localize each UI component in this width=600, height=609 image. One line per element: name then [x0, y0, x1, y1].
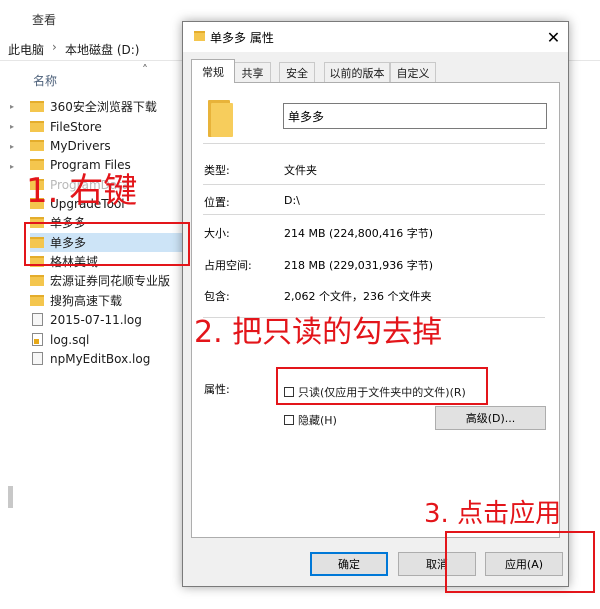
attributes-label: 属性: — [204, 383, 230, 396]
folder-icon — [30, 101, 44, 112]
type-label: 类型: — [204, 164, 230, 177]
tab-sharing[interactable]: 共享 — [234, 62, 271, 82]
text-file-icon — [32, 352, 43, 365]
file-name: 宏源证券同花顺专业版 — [50, 274, 171, 288]
size-value: 214 MB (224,800,416 字节) — [284, 227, 434, 240]
tab-security[interactable]: 安全 — [279, 62, 315, 82]
divider — [203, 214, 545, 215]
file-list-item[interactable]: 宏源证券同花顺专业版 — [30, 271, 188, 290]
divider — [203, 184, 545, 185]
column-header-name[interactable]: 名称 — [33, 72, 57, 89]
sort-ascending-icon: ˄ — [142, 63, 148, 77]
sql-file-icon — [32, 333, 43, 346]
folder-icon — [30, 275, 44, 286]
annotation-highlight-readonly — [276, 367, 488, 405]
text-file-icon — [32, 313, 43, 326]
file-list-item[interactable]: FileStore — [30, 117, 188, 136]
hidden-checkbox-label[interactable]: 隐藏(H) — [298, 412, 337, 428]
dialog-titlebar[interactable]: 单多多 属性 ✕ — [183, 22, 568, 52]
advanced-button[interactable]: 高级(D)... — [435, 406, 546, 430]
breadcrumb-this-pc[interactable]: 此电脑 — [8, 41, 44, 58]
folder-icon — [30, 121, 44, 132]
file-name: 2015-07-11.log — [50, 312, 142, 327]
annotation-step3: 3. 点击应用 — [424, 499, 562, 529]
tab-previous-versions[interactable]: 以前的版本 — [324, 62, 390, 82]
nav-expand-icon[interactable]: ▸ — [10, 102, 14, 111]
folder-icon — [30, 140, 44, 151]
file-name: Program Files — [50, 157, 131, 172]
nav-expand-icon[interactable]: ▸ — [10, 122, 14, 131]
nav-expand-icon[interactable]: ▸ — [10, 142, 14, 151]
hidden-checkbox[interactable] — [284, 415, 294, 425]
folder-icon — [194, 31, 205, 41]
file-name: 搜狗高速下载 — [50, 294, 123, 308]
hidden-checkbox-row[interactable]: 隐藏(H) — [284, 412, 337, 428]
contains-label: 包含: — [204, 290, 230, 303]
large-folder-icon — [208, 100, 233, 137]
file-list-item[interactable]: log.sql — [30, 330, 188, 349]
type-value: 文件夹 — [284, 164, 317, 177]
file-name: 360安全浏览器下载 — [50, 100, 157, 114]
breadcrumb-drive-d[interactable]: 本地磁盘 (D:) — [65, 41, 139, 58]
size-label: 大小: — [204, 227, 230, 240]
file-list-item[interactable]: MyDrivers — [30, 136, 188, 155]
annotation-step2: 2. 把只读的勾去掉 — [194, 315, 443, 350]
annotation-highlight-folder — [24, 222, 190, 266]
folder-icon — [30, 295, 44, 306]
divider — [203, 143, 545, 144]
file-list-item[interactable]: 2015-07-11.log — [30, 310, 188, 329]
tab-general[interactable]: 常规 — [191, 59, 235, 83]
location-label: 位置: — [204, 196, 230, 209]
close-button[interactable]: ✕ — [539, 22, 568, 52]
file-list-item[interactable]: 360安全浏览器下载 — [30, 97, 188, 116]
folder-name-input[interactable] — [283, 103, 547, 129]
contains-value: 2,062 个文件，236 个文件夹 — [284, 290, 432, 303]
file-name: FileStore — [50, 119, 102, 134]
nav-scrollbar-thumb[interactable] — [8, 486, 13, 508]
file-name: npMyEditBox.log — [50, 351, 151, 366]
location-value: D:\ — [284, 194, 300, 207]
dialog-title: 单多多 属性 — [210, 31, 274, 45]
size-on-disk-label: 占用空间: — [204, 259, 252, 272]
ribbon-tab-view[interactable]: 查看 — [32, 11, 56, 28]
file-name: MyDrivers — [50, 138, 111, 153]
tab-panel-general — [191, 82, 560, 538]
file-list-item[interactable]: npMyEditBox.log — [30, 349, 188, 368]
annotation-step1: 1. 右键 — [26, 171, 138, 211]
breadcrumb-separator-icon: › — [52, 40, 57, 54]
file-list-item[interactable]: 搜狗高速下载 — [30, 291, 188, 310]
size-on-disk-value: 218 MB (229,031,936 字节) — [284, 259, 434, 272]
tab-customize[interactable]: 自定义 — [390, 62, 436, 82]
folder-icon — [30, 159, 44, 170]
ok-button[interactable]: 确定 — [310, 552, 388, 576]
annotation-highlight-apply — [445, 531, 595, 593]
file-name: log.sql — [50, 332, 90, 347]
nav-expand-icon[interactable]: ▸ — [10, 162, 14, 171]
